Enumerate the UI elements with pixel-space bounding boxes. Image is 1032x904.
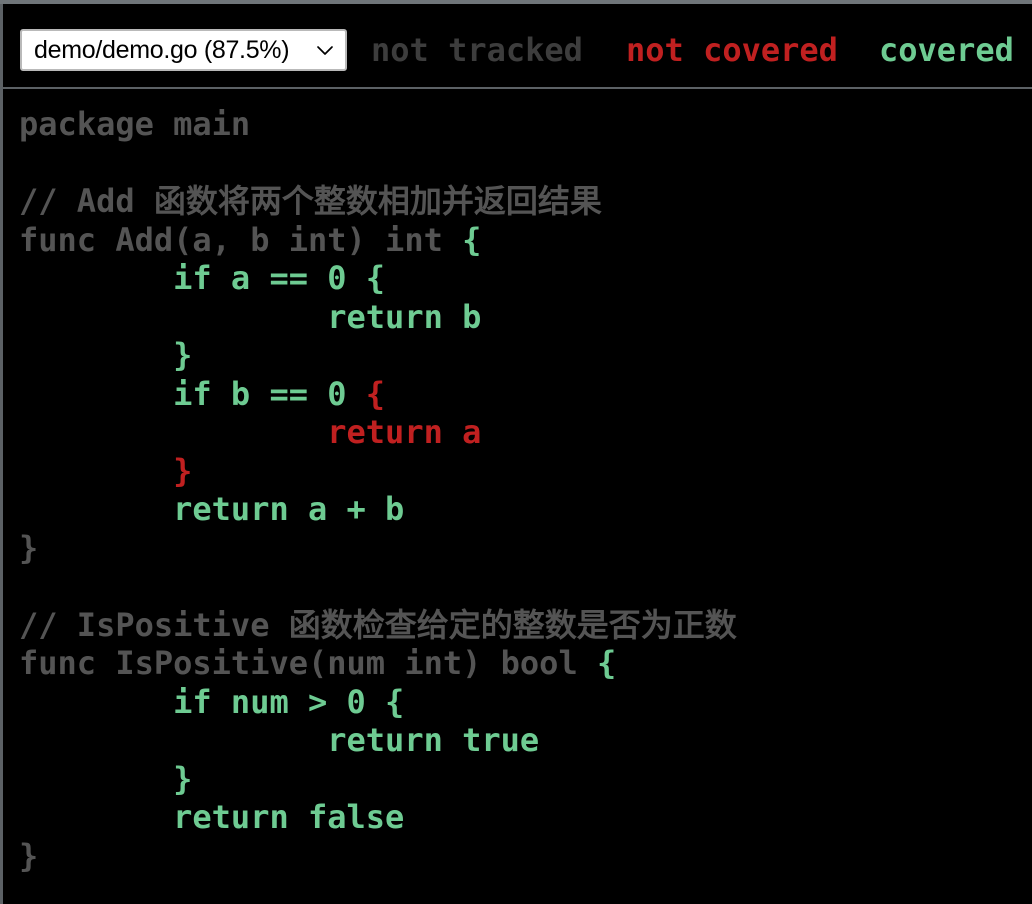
code-span-not-tracked: } [19, 528, 39, 567]
code-line: return true [19, 721, 1032, 760]
code-line: return a + b [19, 490, 1032, 529]
coverage-header-bar: demo/demo.go (87.5%) not tracked not cov… [0, 4, 1032, 88]
code-span-covered: { [462, 220, 482, 259]
chevron-down-icon [317, 46, 333, 55]
coverage-code-listing: package main​// Add 函数将两个整数相加并返回结果func A… [3, 89, 1032, 875]
code-span-covered: if a == 0 { [19, 259, 386, 297]
code-line: } [19, 760, 1032, 799]
code-line: // Add 函数将两个整数相加并返回结果 [19, 182, 1032, 221]
code-span-not-tracked: func IsPositive(num int) bool [19, 644, 597, 682]
code-line: // IsPositive 函数检查给定的整数是否为正数 [19, 606, 1032, 645]
code-pane[interactable]: package main​// Add 函数将两个整数相加并返回结果func A… [0, 89, 1032, 904]
file-select[interactable]: demo/demo.go (87.5%) [20, 29, 347, 71]
code-line: if b == 0 { [19, 375, 1032, 414]
code-line: ​ [19, 567, 1032, 606]
legend-covered: covered [879, 31, 1014, 69]
code-line: } [19, 837, 1032, 876]
code-span-covered: if b == 0 [19, 374, 366, 413]
code-span-covered: } [19, 336, 193, 374]
code-span-covered: return false [19, 798, 405, 836]
code-span-not-covered: return a [19, 413, 482, 451]
code-span-not-tracked: func Add(a, b int) int [19, 220, 463, 259]
code-line: } [19, 529, 1032, 568]
code-span-not-tracked: // Add 函数将两个整数相加并返回结果 [19, 182, 602, 220]
code-span-covered: return true [19, 721, 540, 759]
legend-not-covered: not covered [626, 31, 838, 69]
code-line: if num > 0 { [19, 683, 1032, 722]
code-span-covered: } [19, 759, 193, 798]
code-span-covered: return b [19, 297, 482, 336]
code-line: return b [19, 298, 1032, 337]
code-line: ​ [19, 144, 1032, 183]
code-span-covered: if num > 0 { [19, 682, 405, 721]
file-select-label: demo/demo.go (87.5%) [34, 35, 290, 64]
code-span-not-tracked: } [19, 836, 39, 875]
code-line: if a == 0 { [19, 259, 1032, 298]
legend-not-tracked: not tracked [371, 31, 583, 69]
code-span-covered: { [596, 644, 617, 682]
code-line: return a [19, 413, 1032, 452]
code-span-not-covered: { [365, 374, 386, 413]
code-span-covered: return a + b [19, 490, 405, 528]
code-line: func Add(a, b int) int { [19, 221, 1032, 260]
code-line: return false [19, 798, 1032, 837]
code-line: func IsPositive(num int) bool { [19, 644, 1032, 683]
code-span-not-covered: } [19, 451, 193, 490]
code-line: } [19, 452, 1032, 491]
code-line: package main [19, 105, 1032, 144]
code-span-not-tracked: // IsPositive 函数检查给定的整数是否为正数 [19, 605, 737, 644]
code-span-not-tracked: package main [19, 105, 251, 143]
code-line: } [19, 336, 1032, 375]
